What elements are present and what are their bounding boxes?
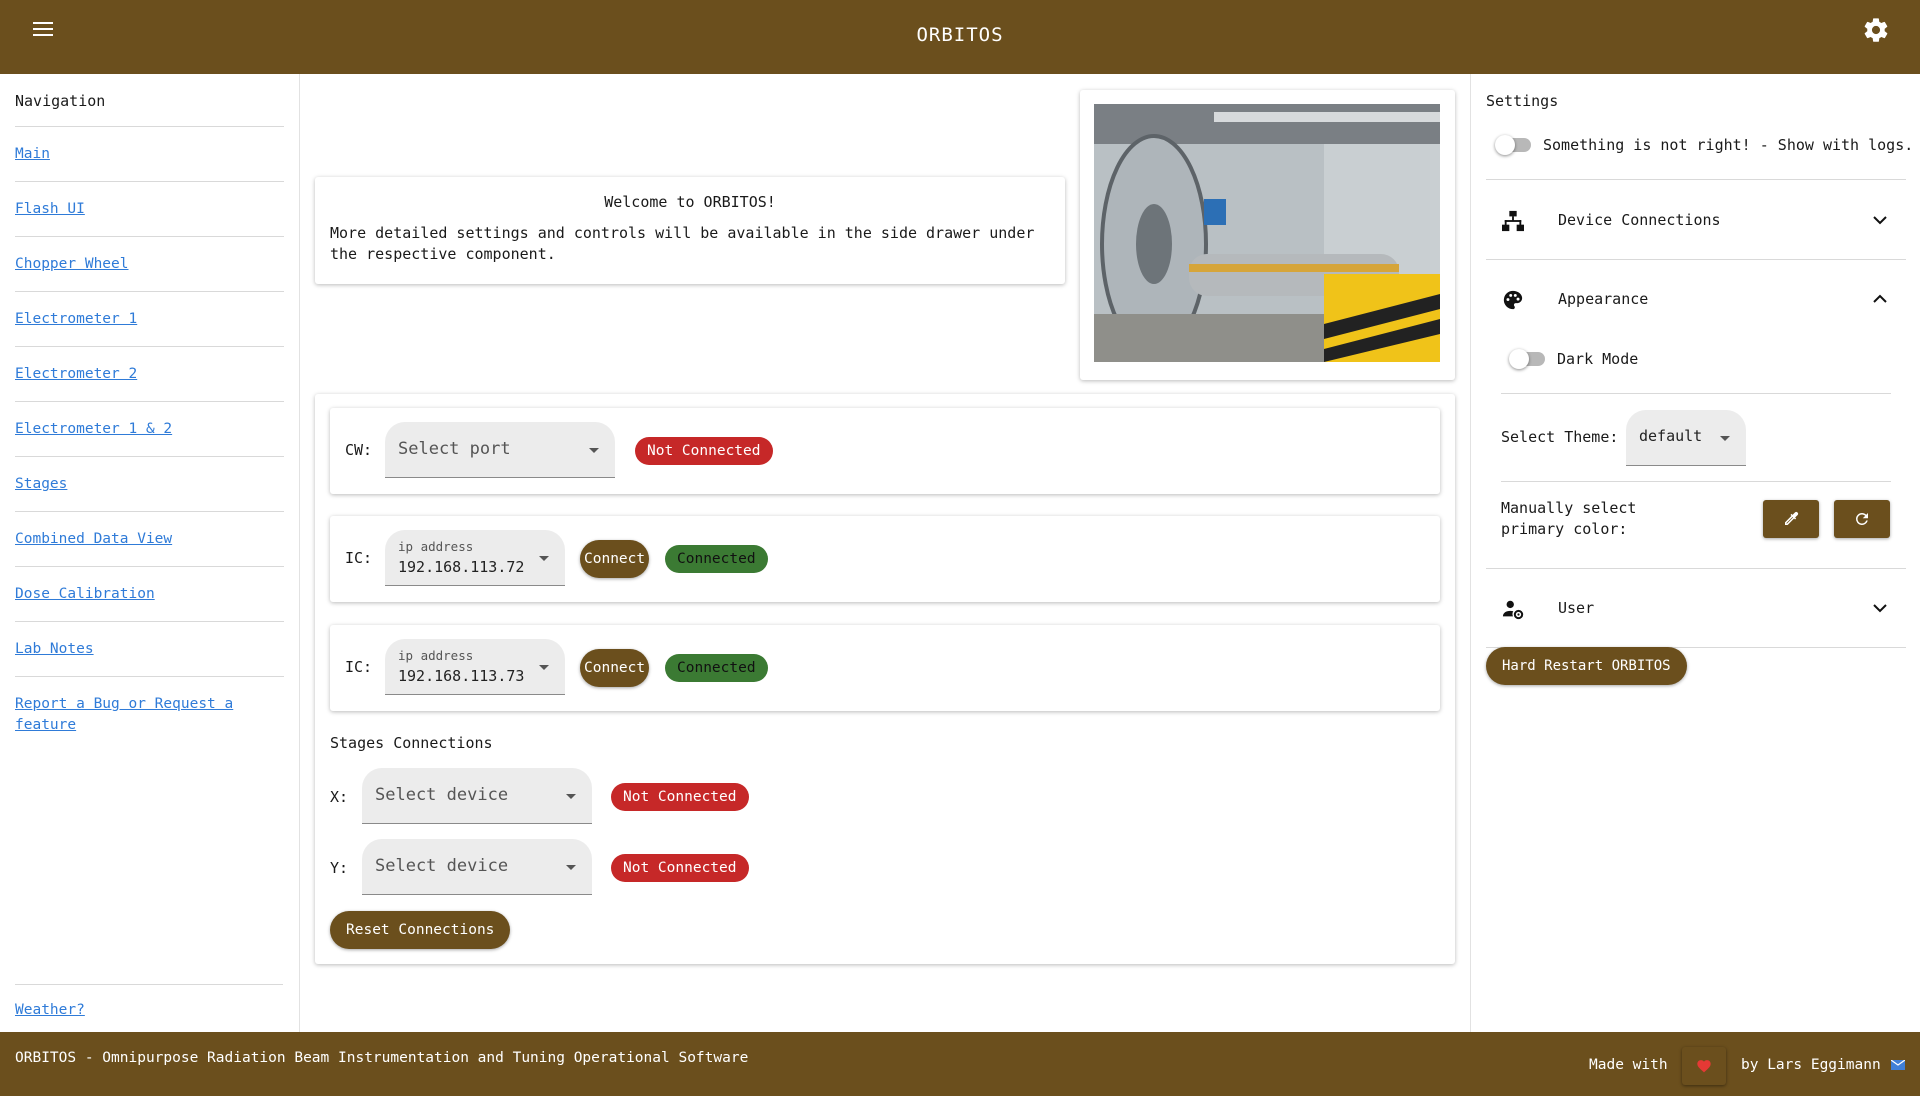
ic1-label: IC: xyxy=(345,549,373,567)
hard-restart-button[interactable]: Hard Restart ORBITOS xyxy=(1486,647,1687,685)
cw-port-placeholder: Select port xyxy=(398,439,511,459)
ic2-ip-select[interactable]: ip address 192.168.113.73 xyxy=(385,639,565,695)
dropdown-arrow-icon xyxy=(589,448,599,453)
stage-x-label: X: xyxy=(330,788,349,806)
cw-connection-row: CW: Select port Not Connected xyxy=(330,408,1440,494)
user-cog-icon xyxy=(1502,600,1524,620)
device-connections-title: Device Connections xyxy=(1558,211,1721,229)
main-content: Welcome to ORBITOS! More detailed settin… xyxy=(300,74,1470,1032)
nav-item-electrometer-1[interactable]: Electrometer 1 xyxy=(15,292,284,347)
logs-toggle[interactable] xyxy=(1495,135,1531,155)
cw-label: CW: xyxy=(345,441,373,459)
stage-y-label: Y: xyxy=(330,859,349,877)
device-connections-expander[interactable]: Device Connections xyxy=(1486,182,1906,260)
stage-x-status-badge: Not Connected xyxy=(611,783,749,811)
ic2-connect-button[interactable]: Connect xyxy=(580,649,650,687)
dropdown-arrow-icon xyxy=(566,865,576,870)
ic1-ip-value: 192.168.113.72 xyxy=(398,558,525,576)
dark-mode-label: Dark Mode xyxy=(1557,350,1639,368)
theme-value: default xyxy=(1639,427,1703,445)
nav-item-stages[interactable]: Stages xyxy=(15,457,284,512)
reset-color-button[interactable] xyxy=(1834,500,1890,538)
author-label: by Lars Eggimann xyxy=(1741,1057,1881,1073)
dropdown-arrow-icon xyxy=(1720,436,1730,441)
welcome-card: Welcome to ORBITOS! More detailed settin… xyxy=(315,177,1065,284)
photo-card xyxy=(1080,90,1455,380)
navigation-title: Navigation xyxy=(15,74,284,127)
chevron-down-icon xyxy=(1873,216,1887,225)
logs-toggle-label: Something is not right! - Show with logs… xyxy=(1543,136,1914,154)
divider xyxy=(1486,179,1906,180)
appearance-title: Appearance xyxy=(1558,290,1649,308)
nav-item-flash-ui[interactable]: Flash UI xyxy=(15,182,284,237)
ic1-ip-caption: ip address xyxy=(398,539,474,554)
stage-y-placeholder: Select device xyxy=(375,856,509,876)
primary-color-label: Manually select primary color: xyxy=(1501,499,1637,538)
refresh-icon xyxy=(1855,513,1868,525)
eyedropper-icon xyxy=(1785,511,1799,525)
reset-connections-button[interactable]: Reset Connections xyxy=(330,911,511,949)
nav-item-electrometer-1-2[interactable]: Electrometer 1 & 2 xyxy=(15,402,284,457)
chevron-up-icon xyxy=(1873,294,1887,303)
dropdown-arrow-icon xyxy=(566,794,576,799)
ic1-ip-select[interactable]: ip address 192.168.113.72 xyxy=(385,530,565,586)
made-with-label: Made with xyxy=(1589,1057,1668,1073)
palette-icon xyxy=(1503,290,1523,310)
user-expander[interactable]: User xyxy=(1486,570,1906,648)
stage-y-status-badge: Not Connected xyxy=(611,854,749,882)
ic2-label: IC: xyxy=(345,658,373,676)
settings-drawer: Settings Something is not right! - Show … xyxy=(1470,74,1920,1032)
dropdown-arrow-icon xyxy=(539,556,549,561)
nav-item-report-bug[interactable]: Report a Bug or Request a feature xyxy=(15,677,284,752)
dark-mode-toggle[interactable] xyxy=(1509,349,1545,369)
app-title: ORBITOS xyxy=(916,24,1004,46)
settings-title: Settings xyxy=(1486,92,1559,110)
ic1-connection-row: IC: ip address 192.168.113.72 Connect Co… xyxy=(330,516,1440,602)
cw-port-select[interactable]: Select port xyxy=(385,422,615,478)
nav-item-chopper-wheel[interactable]: Chopper Wheel xyxy=(15,237,284,292)
sitemap-icon xyxy=(1502,210,1524,232)
appearance-expander[interactable]: Appearance xyxy=(1486,261,1906,339)
app-footer: ORBITOS - Omnipurpose Radiation Beam Ins… xyxy=(0,1032,1920,1096)
select-theme-label: Select Theme: xyxy=(1501,428,1619,446)
lab-photo xyxy=(1094,104,1440,362)
ic2-ip-value: 192.168.113.73 xyxy=(398,667,525,685)
welcome-title: Welcome to ORBITOS! xyxy=(604,193,776,211)
divider xyxy=(1486,568,1906,569)
dropdown-arrow-icon xyxy=(539,665,549,670)
navigation-sidebar: Navigation Main Flash UI Chopper Wheel E… xyxy=(0,74,300,1032)
mail-icon[interactable] xyxy=(1891,1060,1905,1070)
nav-item-electrometer-2[interactable]: Electrometer 2 xyxy=(15,347,284,402)
stage-x-placeholder: Select device xyxy=(375,785,509,805)
theme-select[interactable]: default xyxy=(1626,410,1746,466)
chevron-down-icon xyxy=(1873,604,1887,613)
nav-item-main[interactable]: Main xyxy=(15,127,284,182)
ic1-connect-button[interactable]: Connect xyxy=(580,540,650,578)
ic2-ip-caption: ip address xyxy=(398,648,474,663)
nav-item-combined-data-view[interactable]: Combined Data View xyxy=(15,512,284,567)
gear-icon[interactable] xyxy=(1862,16,1890,44)
divider xyxy=(1501,481,1891,482)
divider xyxy=(1501,393,1891,394)
eyedropper-button[interactable] xyxy=(1763,500,1819,538)
cw-status-badge: Not Connected xyxy=(635,437,773,465)
ic2-connection-row: IC: ip address 192.168.113.73 Connect Co… xyxy=(330,625,1440,711)
heart-button[interactable] xyxy=(1682,1047,1726,1085)
app-header: ORBITOS xyxy=(0,0,1920,74)
stage-y-select[interactable]: Select device xyxy=(362,839,592,895)
nav-item-dose-calibration[interactable]: Dose Calibration xyxy=(15,567,284,622)
nav-item-lab-notes[interactable]: Lab Notes xyxy=(15,622,284,677)
stage-x-select[interactable]: Select device xyxy=(362,768,592,824)
welcome-text: More detailed settings and controls will… xyxy=(330,224,1035,263)
ic2-status-badge: Connected xyxy=(665,654,768,682)
user-title: User xyxy=(1558,599,1595,617)
nav-item-weather[interactable]: Weather? xyxy=(15,984,283,1032)
heart-icon xyxy=(1697,1060,1711,1073)
stages-connections-title: Stages Connections xyxy=(330,734,493,752)
device-connections-card: CW: Select port Not Connected IC: ip add… xyxy=(315,394,1455,964)
footer-text: ORBITOS - Omnipurpose Radiation Beam Ins… xyxy=(15,1050,749,1066)
ic1-status-badge: Connected xyxy=(665,545,768,573)
